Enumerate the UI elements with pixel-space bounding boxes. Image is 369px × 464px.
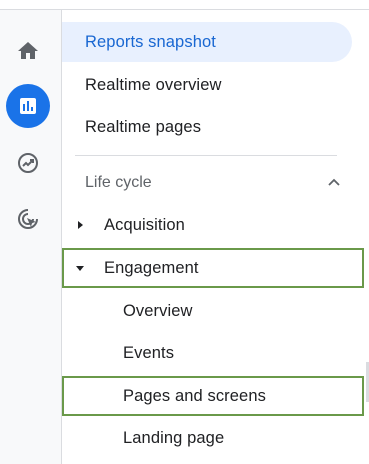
reports-menu: Reports snapshot Realtime overview Realt…	[62, 10, 369, 464]
advertising-cursor-icon	[18, 209, 38, 229]
caret-right-icon	[78, 221, 83, 229]
menu-item-reports-snapshot[interactable]: Reports snapshot	[62, 22, 352, 62]
left-nav-rail	[0, 10, 62, 464]
menu-group-label: Acquisition	[104, 215, 185, 234]
submenu-item-label: Landing page	[123, 428, 225, 447]
home-icon	[18, 42, 38, 59]
section-label: Life cycle	[85, 174, 152, 191]
menu-item-realtime-pages[interactable]: Realtime pages	[62, 107, 352, 147]
home-nav-button[interactable]	[6, 29, 50, 73]
submenu-item-label: Pages and screens	[123, 386, 266, 405]
submenu-item-events[interactable]: Events	[62, 333, 364, 373]
caret-down-icon	[76, 266, 84, 271]
submenu-item-overview[interactable]: Overview	[62, 291, 364, 331]
menu-group-engagement[interactable]: Engagement	[62, 248, 364, 288]
menu-item-label: Realtime overview	[85, 75, 222, 94]
explore-nav-button[interactable]	[6, 141, 50, 185]
menu-item-realtime-overview[interactable]: Realtime overview	[62, 65, 352, 105]
advertising-nav-button[interactable]	[6, 197, 50, 241]
top-border	[0, 0, 369, 10]
menu-item-label: Realtime pages	[85, 117, 202, 136]
submenu-item-pages-and-screens[interactable]: Pages and screens	[62, 376, 364, 416]
menu-item-label: Reports snapshot	[85, 32, 216, 51]
submenu-item-label: Events	[123, 343, 175, 362]
reports-bar-chart-icon	[20, 98, 36, 114]
menu-group-label: Engagement	[104, 258, 199, 277]
submenu-item-label: Overview	[123, 301, 193, 320]
menu-divider	[75, 155, 337, 156]
section-header-life-cycle[interactable]: Life cycle	[85, 165, 342, 201]
menu-group-acquisition[interactable]: Acquisition	[62, 205, 364, 245]
reports-nav-button[interactable]	[6, 84, 50, 128]
chevron-up-icon	[328, 178, 340, 186]
submenu-item-landing-page[interactable]: Landing page	[62, 418, 364, 458]
explore-trend-icon	[18, 153, 38, 173]
